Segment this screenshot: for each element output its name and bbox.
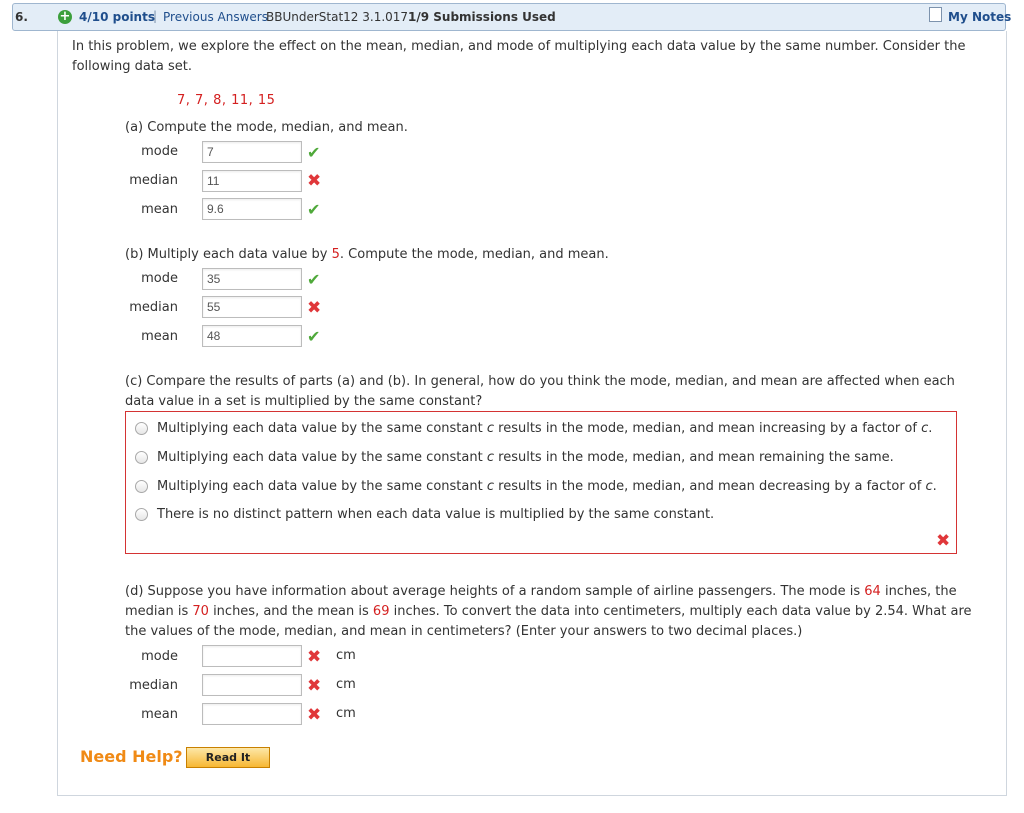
correct-check-icon: ✔ [307,200,321,219]
part-d-median-label: median [129,678,178,693]
part-b-prompt: (b) Multiply each data value by 5. Compu… [125,247,609,262]
option-4-label[interactable]: There is no distinct pattern when each d… [157,505,714,525]
part-a-mode-label: mode [141,144,178,159]
points-score: 4/10 points [79,10,155,24]
option-2-label[interactable]: Multiplying each data value by the same … [157,448,894,468]
incorrect-cross-icon: ✖ [307,647,322,667]
part-c-prompt-line-1: (c) Compare the results of parts (a) and… [125,374,955,389]
part-b-mean-label: mean [141,329,178,344]
incorrect-cross-icon: ✖ [307,171,322,191]
part-b-mean-input[interactable] [202,325,302,347]
radio-option-3[interactable] [135,480,148,493]
unit-cm: cm [336,648,356,663]
incorrect-cross-icon: ✖ [307,676,322,696]
correct-check-icon: ✔ [307,327,321,346]
need-help-label: Need Help? [80,747,183,766]
radio-option-1[interactable] [135,422,148,435]
radio-option-4[interactable] [135,508,148,521]
option-3-label[interactable]: Multiplying each data value by the same … [157,477,937,497]
notes-icon[interactable] [929,7,942,22]
question-number: 6. [15,10,28,24]
part-a-mode-input[interactable] [202,141,302,163]
part-d-mean-label: mean [141,707,178,722]
radio-option-2[interactable] [135,451,148,464]
header-separator: | [153,9,158,23]
previous-answers-link[interactable]: Previous Answers [163,10,268,24]
part-d-line-3: the values of the mode, median, and mean… [125,624,803,639]
part-d-line-1: (d) Suppose you have information about a… [125,584,957,599]
intro-line-2: following data set. [72,59,192,74]
incorrect-cross-icon: ✖ [307,705,322,725]
submissions-used: 1/9 Submissions Used [408,10,556,24]
part-d-line-2: median is 70 inches, and the mean is 69 … [125,604,972,619]
my-notes-link[interactable]: My Notes [948,10,1011,24]
expand-plus-icon[interactable]: + [58,10,72,24]
part-b-mode-label: mode [141,271,178,286]
correct-check-icon: ✔ [307,143,321,162]
incorrect-cross-icon: ✖ [936,531,951,551]
part-a-mean-label: mean [141,202,178,217]
part-a-prompt: (a) Compute the mode, median, and mean. [125,120,408,135]
read-it-button[interactable]: Read It [186,747,270,768]
intro-line-1: In this problem, we explore the effect o… [72,39,966,54]
incorrect-cross-icon: ✖ [307,298,322,318]
part-d-mode-input[interactable] [202,645,302,667]
part-b-median-label: median [129,300,178,315]
correct-check-icon: ✔ [307,270,321,289]
part-b-mode-input[interactable] [202,268,302,290]
unit-cm: cm [336,677,356,692]
option-1-label[interactable]: Multiplying each data value by the same … [157,419,932,439]
unit-cm: cm [336,706,356,721]
data-set: 7, 7, 8, 11, 15 [177,93,276,108]
part-d-mode-label: mode [141,649,178,664]
part-c-prompt-line-2: data value in a set is multiplied by the… [125,394,483,409]
multiplier-value: 5 [331,247,340,262]
part-a-median-label: median [129,173,178,188]
part-d-median-input[interactable] [202,674,302,696]
part-b-median-input[interactable] [202,296,302,318]
part-d-mean-input[interactable] [202,703,302,725]
part-a-mean-input[interactable] [202,198,302,220]
problem-code: BBUnderStat12 3.1.017. [266,10,412,24]
part-a-median-input[interactable] [202,170,302,192]
